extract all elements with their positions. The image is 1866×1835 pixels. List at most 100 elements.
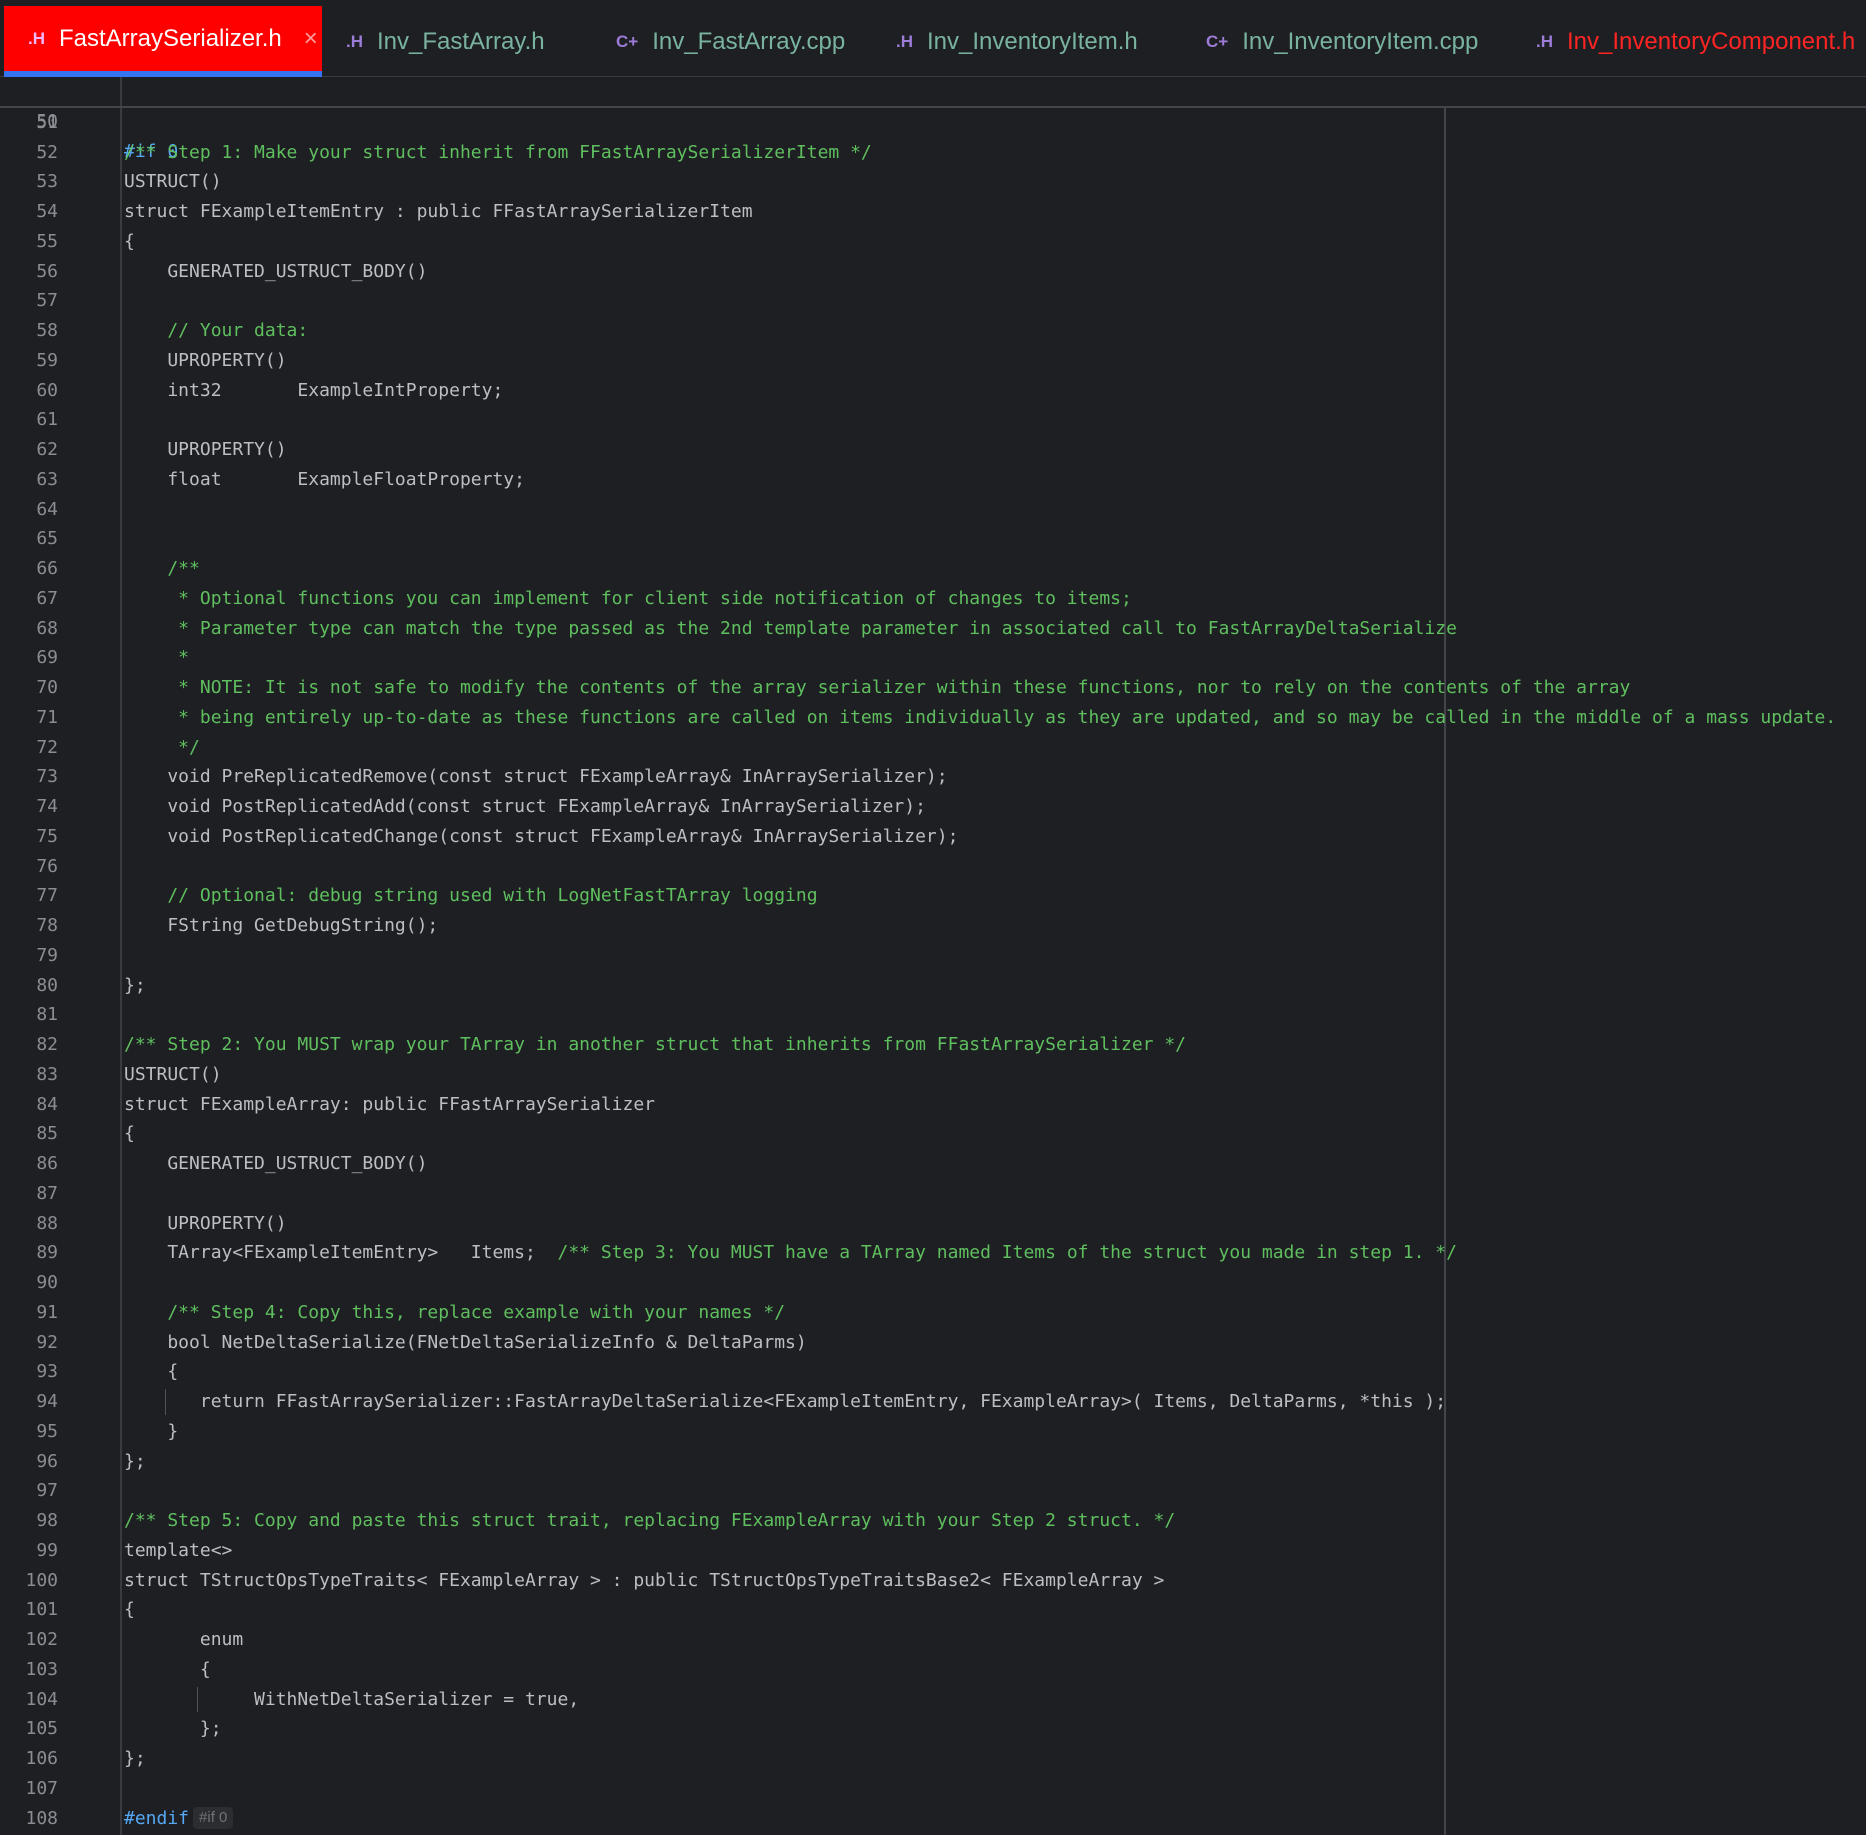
code-text[interactable]: FString GetDebugString(); — [124, 911, 438, 941]
code-text[interactable]: /** Step 5: Copy and paste this struct t… — [124, 1506, 1175, 1536]
line-number: 96 — [36, 1450, 58, 1472]
code-text[interactable]: { — [124, 227, 135, 257]
code-text[interactable]: return FFastArraySerializer::FastArrayDe… — [124, 1387, 1446, 1417]
tab-4[interactable]: C+ Inv_InventoryItem.cpp — [1190, 6, 1500, 77]
code-text[interactable]: }; — [124, 1714, 222, 1744]
line-number: 104 — [25, 1688, 58, 1710]
code-text[interactable]: /** Step 1: Make your struct inherit fro… — [124, 138, 872, 168]
code-text[interactable]: #endif #if 0 — [124, 1804, 234, 1834]
line-number: 103 — [25, 1658, 58, 1680]
code-content: }; — [124, 1748, 146, 1769]
code-text[interactable]: GENERATED_USTRUCT_BODY() — [124, 257, 427, 287]
code-text[interactable]: // Optional: debug string used with LogN… — [124, 881, 817, 911]
tab-1[interactable]: .H Inv_FastArray.h — [330, 6, 570, 77]
close-tab-icon[interactable]: × — [304, 25, 318, 53]
code-line: 53 USTRUCT() — [0, 167, 1866, 197]
code-text[interactable]: { — [124, 1119, 135, 1149]
code-text[interactable]: /** Step 2: You MUST wrap your TArray in… — [124, 1030, 1186, 1060]
code-content: GENERATED_USTRUCT_BODY() — [124, 1153, 428, 1174]
code-line: 95 } — [0, 1417, 1866, 1447]
code-text[interactable]: */ — [124, 733, 200, 763]
code-text[interactable]: // Your data: — [124, 316, 308, 346]
code-content: FString GetDebugString(); — [124, 915, 439, 936]
code-text[interactable]: USTRUCT() — [124, 167, 222, 197]
line-number: 61 — [36, 409, 58, 431]
code-text[interactable]: WithNetDeltaSerializer = true, — [124, 1685, 579, 1715]
code-content: template<> — [124, 1539, 233, 1561]
line-number: 62 — [36, 439, 58, 460]
code-text[interactable]: /** Step 4: Copy this, replace example w… — [124, 1298, 785, 1328]
code-text[interactable]: struct FExampleItemEntry : public FFastA… — [124, 197, 753, 227]
tab-5[interactable]: .H Inv_InventoryComponent.h — [1520, 6, 1855, 77]
code-text[interactable]: { — [124, 1357, 178, 1387]
code-content: /** Step 2: You MUST wrap your TArray in… — [124, 1034, 1187, 1055]
code-text[interactable]: /** — [124, 554, 200, 584]
code-content: * Optional functions you can implement f… — [124, 587, 1132, 609]
code-content: UPROPERTY() — [124, 1212, 287, 1234]
code-text[interactable]: float ExampleFloatProperty; — [124, 465, 525, 495]
code-text[interactable]: }; — [124, 1447, 146, 1477]
code-line: 61 — [0, 405, 1866, 435]
indent-guide — [165, 1389, 166, 1415]
code-text[interactable]: template<> — [124, 1536, 232, 1566]
code-line: 87 — [0, 1179, 1866, 1209]
code-text[interactable]: }; — [124, 971, 146, 1001]
code-line: 77 // Optional: debug string used with L… — [0, 881, 1866, 911]
code-text[interactable]: * Parameter type can match the type pass… — [124, 614, 1457, 644]
tab-0[interactable]: .H FastArraySerializer.h × — [4, 6, 322, 77]
line-number: 100 — [25, 1569, 58, 1591]
code-text[interactable]: UPROPERTY() — [124, 435, 286, 465]
code-editor[interactable]: 50 #if 0 51 52 /** Step 1: Make your struc… — [0, 77, 1866, 1835]
code-text[interactable]: }; — [124, 1744, 146, 1774]
line-number: 87 — [36, 1182, 58, 1204]
code-content: GENERATED_USTRUCT_BODY() — [124, 260, 428, 282]
code-text[interactable]: bool NetDeltaSerialize(FNetDeltaSerializ… — [124, 1328, 806, 1358]
code-text[interactable]: void PostReplicatedAdd(const struct FExa… — [124, 792, 926, 822]
line-number: 80 — [36, 974, 58, 996]
code-text[interactable]: * Optional functions you can implement f… — [124, 584, 1132, 614]
line-number: 53 — [36, 171, 58, 193]
cpp-file-icon: C+ — [616, 31, 639, 51]
code-line: 98 /** Step 5: Copy and paste this struct… — [0, 1506, 1866, 1536]
code-text[interactable]: struct TStructOpsTypeTraits< FExampleArr… — [124, 1566, 1164, 1596]
code-line: 106}; — [0, 1744, 1866, 1774]
code-line: 72 */ — [0, 733, 1866, 763]
header-file-icon: .H — [1536, 31, 1553, 51]
line-number: 75 — [36, 825, 58, 847]
code-text[interactable]: void PostReplicatedChange(const struct F… — [124, 822, 958, 852]
code-text[interactable]: int32 ExampleIntProperty; — [124, 376, 503, 406]
tab-3[interactable]: .H Inv_InventoryItem.h — [880, 6, 1170, 77]
code-text[interactable]: struct FExampleArray: public FFastArrayS… — [124, 1090, 655, 1120]
code-text[interactable]: GENERATED_USTRUCT_BODY() — [124, 1149, 427, 1179]
tab-2[interactable]: C+ Inv_FastArray.cpp — [600, 6, 860, 77]
code-text[interactable]: void PreReplicatedRemove(const struct FE… — [124, 762, 948, 792]
code-text[interactable]: enum — [124, 1625, 243, 1655]
code-line: 107 — [0, 1774, 1866, 1804]
inline-comment: /** Step 3: You MUST have a TArray named… — [535, 1242, 1457, 1264]
line-number: 99 — [36, 1539, 58, 1561]
code-content: #endif — [124, 1807, 190, 1829]
code-text[interactable]: * being entirely up-to-date as these fun… — [124, 703, 1836, 733]
line-number: 71 — [36, 706, 58, 728]
code-text[interactable]: USTRUCT() — [124, 1060, 222, 1090]
code-line: 63 float ExampleFloatProperty; — [0, 465, 1866, 495]
line-number: 93 — [36, 1361, 58, 1383]
code-line: 79 — [0, 941, 1866, 971]
line-number: 77 — [36, 885, 58, 907]
header-file-icon: .H — [28, 28, 45, 48]
code-text[interactable]: * — [124, 643, 189, 673]
line-number: 82 — [36, 1034, 58, 1055]
code-content: void PreReplicatedRemove(const struct FE… — [124, 766, 948, 788]
code-content: }; — [124, 1450, 146, 1472]
code-text[interactable]: UPROPERTY() — [124, 346, 286, 376]
code-text[interactable]: UPROPERTY() — [124, 1209, 287, 1239]
code-text[interactable]: TArray<FExampleItemEntry> Items; /** Ste… — [124, 1238, 1457, 1268]
line-number: 56 — [36, 260, 58, 282]
code-text[interactable]: * NOTE: It is not safe to modify the con… — [124, 673, 1630, 703]
line-number: 97 — [36, 1480, 58, 1502]
code-text[interactable]: { — [124, 1655, 211, 1685]
code-line: 96}; — [0, 1447, 1866, 1477]
code-content: */ — [124, 736, 200, 758]
code-text[interactable]: { — [124, 1595, 135, 1625]
code-text[interactable]: } — [124, 1417, 178, 1447]
